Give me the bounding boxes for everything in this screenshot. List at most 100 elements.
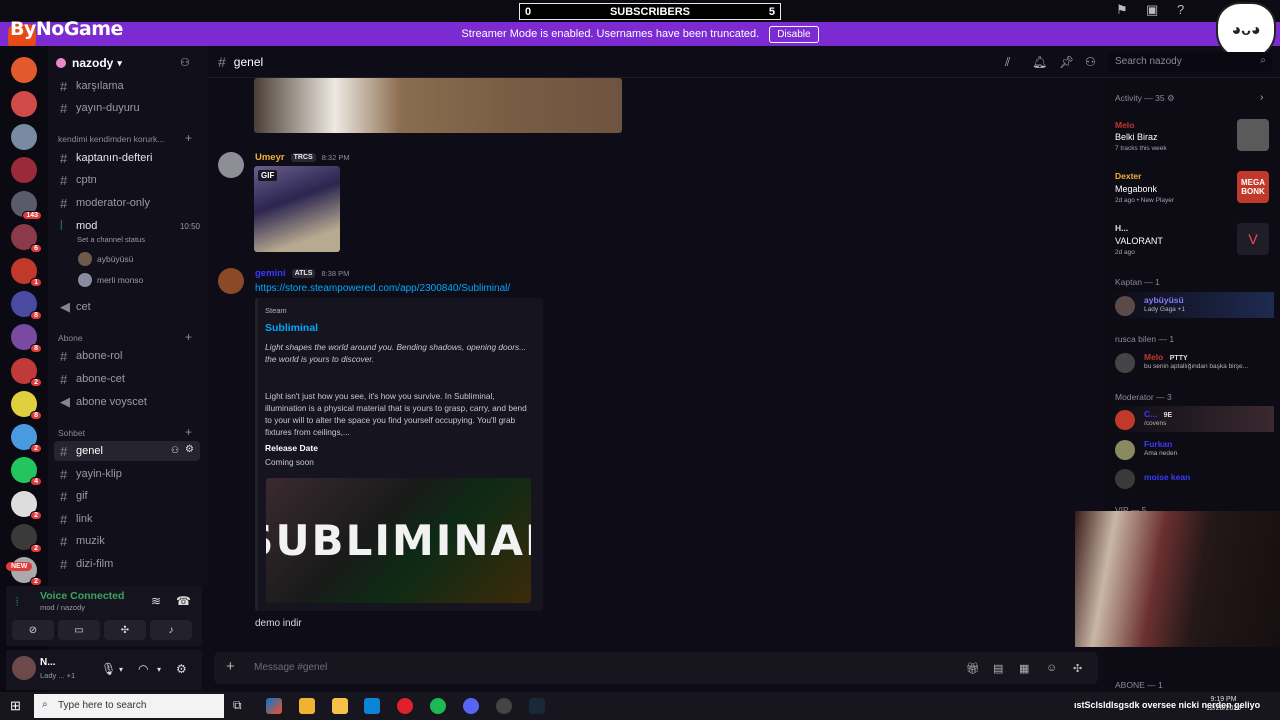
server-icon[interactable]: 1 bbox=[11, 258, 42, 287]
chevron-right-icon[interactable]: › bbox=[1260, 92, 1263, 103]
user-name[interactable]: N... bbox=[40, 657, 56, 668]
category-abone[interactable]: Abone bbox=[58, 333, 83, 343]
voice-user[interactable]: merli monso bbox=[78, 273, 143, 287]
search-input[interactable]: Search nazody ⌕ bbox=[1108, 52, 1272, 72]
pin-icon[interactable]: 📌︎ bbox=[1059, 55, 1074, 69]
category-sohbet[interactable]: Sohbet bbox=[58, 428, 85, 438]
gif-picker-icon[interactable]: ▤ bbox=[993, 662, 1003, 675]
valorant-icon[interactable]: V bbox=[1237, 223, 1269, 255]
voice-channel-mod[interactable]: ⦚ mod 10:50 bbox=[60, 216, 200, 236]
add-channel-icon[interactable]: + bbox=[185, 425, 192, 439]
sticker-icon[interactable]: ▦ bbox=[1019, 662, 1029, 675]
headphones-icon[interactable]: ◠ bbox=[138, 662, 148, 676]
window-icon[interactable]: ▣ bbox=[1146, 2, 1158, 18]
store-icon[interactable] bbox=[299, 698, 315, 714]
server-icon[interactable] bbox=[11, 157, 37, 183]
activity-user[interactable]: H... bbox=[1115, 223, 1128, 233]
embed-title[interactable]: Subliminal bbox=[265, 322, 318, 334]
camera-button[interactable]: ⊘ bbox=[12, 620, 54, 640]
invite-people-icon[interactable]: ⚇ bbox=[180, 56, 190, 69]
activity-art[interactable] bbox=[1237, 119, 1269, 151]
add-channel-icon[interactable]: + bbox=[185, 131, 192, 145]
browser-icon[interactable] bbox=[364, 698, 380, 714]
server-icon[interactable]: 143 bbox=[11, 191, 42, 220]
apps-icon[interactable]: ✣ bbox=[1073, 662, 1082, 675]
voice-channel-cet[interactable]: ◀ cet bbox=[60, 297, 91, 317]
invite-icon[interactable]: ⚇ bbox=[171, 445, 179, 456]
server-icon[interactable]: 2 bbox=[11, 358, 42, 387]
channel-gif[interactable]: # gif bbox=[60, 486, 88, 506]
channel-status[interactable]: Set a channel status bbox=[77, 235, 145, 244]
channel-abone-rol[interactable]: # abone-rol bbox=[60, 346, 122, 366]
server-icon[interactable]: 8 bbox=[11, 391, 42, 420]
task-view-icon[interactable]: ⧉ bbox=[233, 698, 249, 714]
steam-icon[interactable] bbox=[529, 698, 545, 714]
spotify-icon[interactable] bbox=[430, 698, 446, 714]
server-icon[interactable]: 4 bbox=[11, 457, 42, 486]
obs-icon[interactable] bbox=[496, 698, 512, 714]
noise-suppression-icon[interactable]: ≋ bbox=[151, 594, 161, 608]
file-explorer-icon[interactable] bbox=[332, 698, 348, 714]
gear-icon[interactable]: ⚙ bbox=[176, 662, 187, 676]
opera-icon[interactable] bbox=[397, 698, 413, 714]
server-icon[interactable]: 2 bbox=[11, 424, 42, 453]
avatar[interactable] bbox=[218, 268, 244, 294]
taskbar-clock[interactable]: 9:19 PM 12/28/2025 bbox=[1206, 695, 1241, 713]
activity-header[interactable]: Activity — 35 ⚙ bbox=[1115, 93, 1175, 104]
taskbar-search-input[interactable]: ⌕ Type here to search bbox=[34, 694, 224, 718]
attachment-image[interactable] bbox=[254, 78, 622, 133]
server-icon[interactable]: 8 bbox=[11, 324, 42, 353]
message-link[interactable]: https://store.steampowered.com/app/23008… bbox=[255, 283, 510, 294]
channel-karsilama[interactable]: # karşılama bbox=[60, 76, 124, 96]
channel-moderator-only[interactable]: # moderator-only bbox=[60, 193, 150, 213]
microphone-icon[interactable]: 🎙 bbox=[101, 662, 116, 676]
server-icon[interactable]: 6 bbox=[11, 224, 42, 253]
server-icon[interactable] bbox=[11, 124, 37, 150]
gift-icon[interactable]: 🎁︎ bbox=[966, 662, 980, 675]
channel-abone-cet[interactable]: # abone-cet bbox=[60, 369, 125, 389]
activities-button[interactable]: ✣ bbox=[104, 620, 146, 640]
gif-attachment[interactable]: GIF bbox=[254, 166, 340, 252]
soundboard-button[interactable]: ♪ bbox=[150, 620, 192, 640]
message-author[interactable]: Umeyr bbox=[255, 152, 285, 163]
help-icon[interactable]: ? bbox=[1177, 2, 1184, 17]
member-row[interactable]: aybüyüsü Lady Gaga +1 bbox=[1110, 292, 1274, 318]
activity-user[interactable]: Dexter bbox=[1115, 171, 1141, 181]
channel-cptn[interactable]: # cptn bbox=[60, 170, 97, 190]
avatar[interactable] bbox=[12, 656, 36, 680]
emoji-icon[interactable]: ☺ bbox=[1046, 662, 1057, 674]
add-channel-icon[interactable]: + bbox=[185, 330, 192, 344]
threads-icon[interactable]: ⫽ bbox=[1005, 55, 1010, 70]
member-row[interactable]: C... 9E /covens bbox=[1110, 406, 1274, 432]
voice-connected-title[interactable]: Voice Connected bbox=[40, 590, 124, 602]
chevron-down-icon[interactable]: ▾ bbox=[119, 665, 123, 674]
chevron-down-icon[interactable]: ▾ bbox=[157, 665, 161, 674]
channel-yayin-klip[interactable]: # yayin-klip bbox=[60, 464, 122, 484]
avatar[interactable] bbox=[218, 152, 244, 178]
member-row[interactable]: moise kean bbox=[1110, 465, 1274, 491]
server-icon[interactable]: 2 bbox=[11, 524, 42, 553]
message-author[interactable]: gemini bbox=[255, 268, 286, 279]
members-icon[interactable]: ⚇ bbox=[1085, 55, 1096, 69]
channel-genel[interactable]: # genel bbox=[60, 441, 103, 461]
bell-icon[interactable]: 🔔︎ bbox=[1032, 55, 1047, 69]
activity-art[interactable]: MEGA BONK bbox=[1237, 171, 1269, 203]
activity-user[interactable]: Melo bbox=[1115, 120, 1134, 130]
channel-link[interactable]: # link bbox=[60, 509, 93, 529]
inbox-icon[interactable]: ⚑ bbox=[1116, 2, 1128, 18]
category-kendimi[interactable]: kendimi kendimden korurk... bbox=[58, 134, 164, 144]
channel-dizi-film[interactable]: # dizi-film bbox=[60, 554, 113, 574]
voice-connected-location[interactable]: mod / nazody bbox=[40, 603, 85, 612]
channel-yayin-duyuru[interactable]: # yayın-duyuru bbox=[60, 98, 140, 118]
voice-user[interactable]: aybüyüsü bbox=[78, 252, 133, 266]
disable-streamer-mode-button[interactable]: Disable bbox=[769, 25, 819, 43]
discord-icon[interactable] bbox=[463, 698, 479, 714]
server-icon[interactable] bbox=[11, 91, 37, 117]
member-row[interactable]: Melo PTTY bu senin aptallığından başka b… bbox=[1110, 349, 1274, 375]
member-row[interactable]: Furkan Ama neden bbox=[1110, 436, 1274, 462]
server-icon[interactable] bbox=[11, 57, 37, 83]
channel-kaptanin-defteri[interactable]: # kaptanın-defteri bbox=[60, 148, 152, 168]
voice-channel-abone-voyscet[interactable]: ◀ abone voyscet bbox=[60, 392, 147, 412]
attach-plus-icon[interactable]: + bbox=[226, 658, 235, 675]
server-icon[interactable]: 2 bbox=[11, 491, 42, 520]
